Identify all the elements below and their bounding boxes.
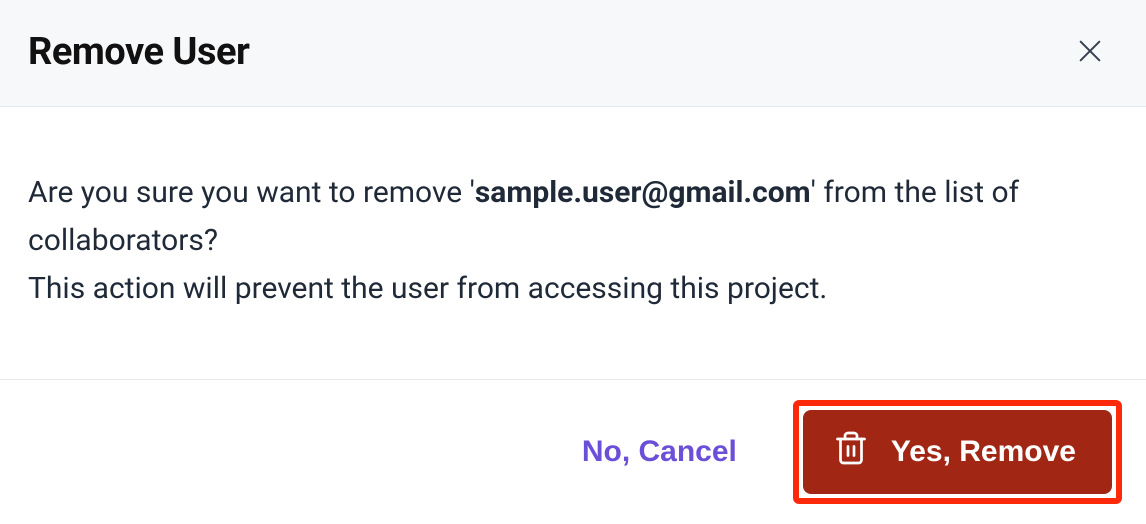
dialog-header: Remove User — [0, 0, 1146, 107]
confirmation-message: Are you sure you want to remove 'sample.… — [28, 169, 1118, 313]
warning-text: This action will prevent the user from a… — [28, 271, 827, 306]
confirm-highlight: Yes, Remove — [793, 400, 1122, 504]
close-button[interactable] — [1070, 31, 1110, 74]
remove-user-dialog: Remove User Are you sure you want to rem… — [0, 0, 1146, 524]
user-email: sample.user@gmail.com — [475, 175, 811, 210]
confirm-remove-button[interactable]: Yes, Remove — [803, 410, 1112, 494]
close-icon — [1074, 35, 1106, 70]
confirm-text-prefix: Are you sure you want to remove ' — [28, 175, 475, 210]
cancel-button[interactable]: No, Cancel — [562, 425, 757, 479]
dialog-title: Remove User — [28, 30, 249, 74]
trash-icon — [833, 430, 869, 474]
dialog-footer: No, Cancel Yes, Remove — [0, 379, 1146, 524]
confirm-button-label: Yes, Remove — [891, 435, 1076, 469]
dialog-body: Are you sure you want to remove 'sample.… — [0, 107, 1146, 379]
